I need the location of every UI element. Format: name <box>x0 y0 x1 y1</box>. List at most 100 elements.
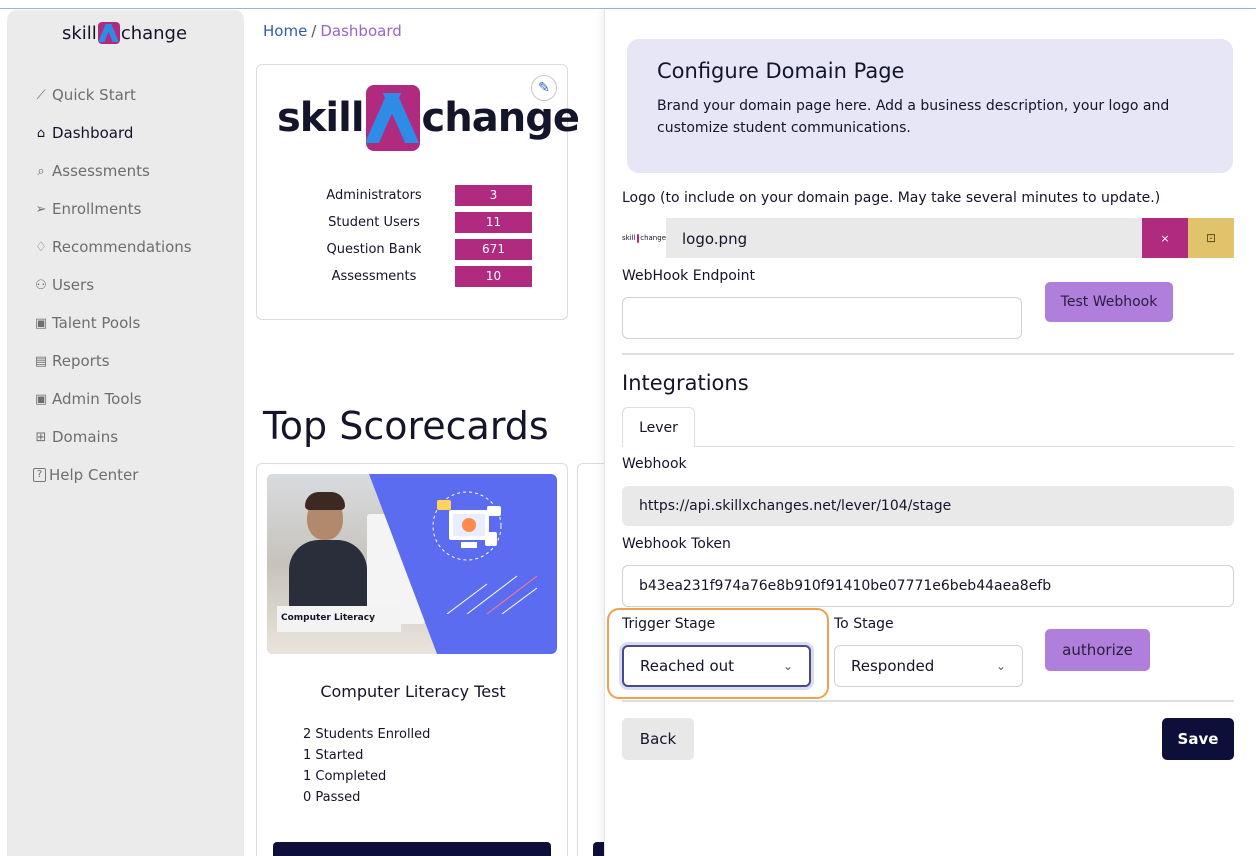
sidebar-item-label: Talent Pools <box>52 314 141 332</box>
sidebar-item-help-center[interactable]: ? Help Center <box>33 456 192 494</box>
webhook-endpoint-input[interactable] <box>622 297 1022 339</box>
save-button[interactable]: Save <box>1162 718 1234 760</box>
sidebar-item-label: Quick Start <box>52 86 136 104</box>
stat-value-badge: 671 <box>455 239 532 260</box>
logo-preview: skill change <box>622 218 666 258</box>
panel-title: Configure Domain Page <box>657 59 905 83</box>
breadcrumb-current: Dashboard <box>320 22 402 40</box>
tab-lever[interactable]: Lever <box>622 407 695 447</box>
webhook-token-field[interactable]: b43ea231f974a76e8b910f91410be07771e6beb4… <box>622 565 1234 607</box>
stat-enrolled: 2 Students Enrolled <box>303 727 431 742</box>
stat-row-administrators: Administrators 3 <box>293 185 553 206</box>
to-stage-value: Responded <box>851 657 935 675</box>
webhook-token-label: Webhook Token <box>622 536 731 552</box>
trigger-stage-value: Reached out <box>640 657 735 675</box>
webhook-endpoint-label: WebHook Endpoint <box>622 268 756 284</box>
breadcrumb-home-link[interactable]: Home <box>263 22 307 40</box>
stat-row-question-bank: Question Bank 671 <box>293 239 553 260</box>
breadcrumb: Home / Dashboard <box>263 22 402 40</box>
sidebar-item-label: Reports <box>52 352 110 370</box>
lightbulb-icon: ♢ <box>35 239 47 255</box>
top-border <box>0 8 1256 9</box>
integrations-heading: Integrations <box>622 371 749 395</box>
stat-value-badge: 11 <box>455 212 532 233</box>
sidebar: skill change ⟋ Quick Start ⌂ Dashboard ⌕ As… <box>7 10 244 856</box>
sidebar-item-label: Help Center <box>49 466 139 484</box>
to-stage-label: To Stage <box>834 616 894 632</box>
grid-icon: ⊞ <box>35 429 47 445</box>
domain-stats-card: ✎ skill change Administrators 3 Student … <box>256 64 580 320</box>
sidebar-nav: ⟋ Quick Start ⌂ Dashboard ⌕ Assessments ➢ En… <box>33 76 192 494</box>
stat-value-badge: 3 <box>455 185 532 206</box>
scorecard-card: Computer Literacy Computer Literacy Test… <box>256 463 568 856</box>
divider <box>622 353 1234 355</box>
sidebar-brand-logo[interactable]: skill change <box>62 22 187 44</box>
person-illustration <box>289 492 367 630</box>
sidebar-item-label: Assessments <box>52 162 150 180</box>
stat-completed: 1 Completed <box>303 769 387 784</box>
logo-label: Logo (to include on your domain page. Ma… <box>622 190 1161 206</box>
logo-file-row: skill change logo.png × ⊡ <box>622 218 1234 258</box>
webhook-label: Webhook <box>622 456 687 472</box>
logo-text-left: skill <box>277 95 365 141</box>
scorecard-title: Computer Literacy Test <box>320 682 506 701</box>
webhook-url-field[interactable]: https://api.skillxchanges.net/lever/104/… <box>622 486 1234 526</box>
sidebar-item-recommendations[interactable]: ♢ Recommendations <box>33 228 192 266</box>
sidebar-item-dashboard[interactable]: ⌂ Dashboard <box>33 114 192 152</box>
sidebar-item-domains[interactable]: ⊞ Domains <box>33 418 192 456</box>
sidebar-item-label: Domains <box>52 428 119 446</box>
sidebar-item-label: Enrollments <box>52 200 142 218</box>
sidebar-item-enrollments[interactable]: ➢ Enrollments <box>33 190 192 228</box>
authorize-button[interactable]: authorize <box>1045 629 1150 671</box>
brand-x-mark <box>97 22 120 44</box>
scorecard-thumbnail: Computer Literacy <box>267 474 557 654</box>
sidebar-item-label: Users <box>52 276 95 294</box>
send-icon: ➢ <box>35 201 47 217</box>
stat-passed: 0 Passed <box>303 790 361 805</box>
browse-file-icon[interactable]: ⊡ <box>1188 218 1234 258</box>
scorecard-stats: 2 Students Enrolled 1 Started 1 Complete… <box>303 724 430 808</box>
top-scorecards-heading: Top Scorecards <box>263 404 549 448</box>
test-webhook-button[interactable]: Test Webhook <box>1045 282 1173 322</box>
sidebar-item-reports[interactable]: ▤ Reports <box>33 342 192 380</box>
sidebar-item-talent-pools[interactable]: ▣ Talent Pools <box>33 304 192 342</box>
decorative-stripes <box>447 575 537 614</box>
logo-text-right: change <box>421 95 580 141</box>
sidebar-item-users[interactable]: ⚇ Users <box>33 266 192 304</box>
search-icon: ⌕ <box>37 163 45 179</box>
tab-underline <box>695 446 1234 447</box>
users-icon: ⚇ <box>35 277 47 293</box>
stat-row-assessments: Assessments 10 <box>293 266 553 287</box>
sidebar-item-label: Recommendations <box>52 238 192 256</box>
trigger-stage-select[interactable]: Reached out ⌄ <box>622 645 811 687</box>
panel-header-box: Configure Domain Page Brand your domain … <box>627 39 1233 173</box>
person-card-icon: ▣ <box>34 315 48 331</box>
sidebar-item-assessments[interactable]: ⌕ Assessments <box>33 152 192 190</box>
chevron-down-icon: ⌄ <box>782 659 793 673</box>
sidebar-item-quick-start[interactable]: ⟋ Quick Start <box>33 76 192 114</box>
sidebar-item-label: Dashboard <box>52 124 134 142</box>
help-icon: ? <box>33 468 46 482</box>
sidebar-item-label: Admin Tools <box>52 390 142 408</box>
breadcrumb-separator: / <box>311 22 317 40</box>
panel-description: Brand your domain page here. Add a busin… <box>657 98 1170 136</box>
stat-value-badge: 10 <box>455 266 532 287</box>
domain-logo: skill change <box>277 85 580 151</box>
back-button[interactable]: Back <box>622 718 694 760</box>
stat-started: 1 Started <box>303 748 364 763</box>
chevron-down-icon: ⌄ <box>995 659 1006 673</box>
admin-tools-icon: ▣ <box>34 391 48 407</box>
logo-x-mark <box>365 85 420 151</box>
report-icon: ▤ <box>34 353 48 369</box>
divider <box>622 700 1234 702</box>
clear-file-button[interactable]: × <box>1142 218 1188 258</box>
sidebar-item-admin-tools[interactable]: ▣ Admin Tools <box>33 380 192 418</box>
stat-label: Question Bank <box>326 242 422 257</box>
brand-text-right: change <box>120 22 188 44</box>
computer-illustration-icon <box>432 491 502 561</box>
logo-file-name[interactable]: logo.png <box>666 218 1142 258</box>
brand-text-left: skill <box>62 22 97 44</box>
to-stage-select[interactable]: Responded ⌄ <box>834 645 1023 687</box>
thumbnail-label: Computer Literacy <box>277 606 401 632</box>
scorecard-action-button[interactable] <box>273 842 551 856</box>
